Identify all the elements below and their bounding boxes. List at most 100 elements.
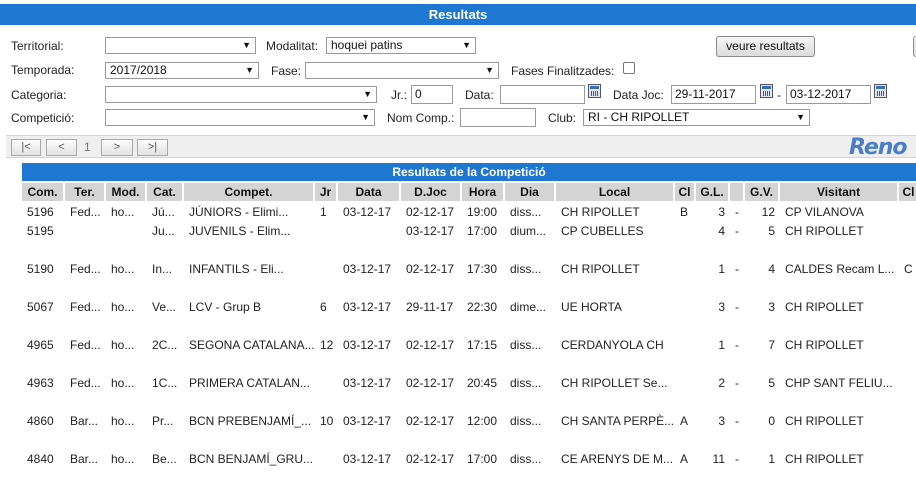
cell-com: 5196 bbox=[27, 205, 54, 219]
col-header-jr[interactable]: Jr bbox=[315, 183, 337, 201]
temporada-label: Temporada: bbox=[11, 63, 75, 77]
cell-visitant: CH RIPOLLET bbox=[785, 224, 864, 238]
col-header-sep[interactable] bbox=[730, 183, 744, 201]
next-page-button[interactable]: > bbox=[101, 139, 133, 156]
cell-dia: diss... bbox=[510, 376, 542, 390]
col-header-d-joc[interactable]: D.Joc bbox=[401, 183, 461, 201]
col-header-ter[interactable]: Ter. bbox=[65, 183, 105, 201]
nom-comp-input[interactable] bbox=[460, 108, 536, 127]
chevron-down-icon: ▼ bbox=[361, 112, 370, 122]
col-header-com[interactable]: Com. bbox=[22, 183, 64, 201]
cell-data: 03-12-17 bbox=[343, 414, 392, 428]
cell-ter: Fed... bbox=[70, 262, 101, 276]
cell-com: 5195 bbox=[27, 224, 54, 238]
chevron-down-icon: ▼ bbox=[485, 65, 494, 75]
competicio-select[interactable]: ▼ bbox=[105, 109, 375, 126]
cell-com: 4965 bbox=[27, 338, 54, 352]
cell-hora: 20:45 bbox=[467, 376, 498, 390]
fase-label: Fase: bbox=[271, 64, 302, 78]
first-page-button[interactable]: |< bbox=[11, 139, 41, 156]
cell-visitant: CH RIPOLLET bbox=[785, 338, 864, 352]
cell-gv: 5 bbox=[768, 224, 775, 238]
club-label: Club: bbox=[548, 111, 577, 125]
cell-gv: 5 bbox=[768, 376, 775, 390]
cell-cat: In... bbox=[152, 262, 173, 276]
page-title: Resultats bbox=[0, 4, 916, 25]
cell-gv: 12 bbox=[761, 205, 775, 219]
cell-mod: ho... bbox=[111, 205, 135, 219]
calendar-icon[interactable] bbox=[874, 84, 887, 98]
data-joc-from-input[interactable]: 29-11-2017 bbox=[671, 85, 756, 104]
data-input[interactable] bbox=[500, 85, 585, 104]
col-header-dia[interactable]: Dia bbox=[505, 183, 555, 201]
results-caption: Resultats de la Competició bbox=[22, 163, 916, 181]
cell-cat: Ve... bbox=[152, 300, 177, 314]
cell-dia: diss... bbox=[510, 338, 542, 352]
modalitat-select[interactable]: hoquei patins ▼ bbox=[326, 37, 476, 54]
cell-d-joc: 02-12-17 bbox=[406, 205, 455, 219]
data-label: Data: bbox=[465, 88, 494, 102]
cell-dia: dime... bbox=[510, 300, 547, 314]
col-header-mod[interactable]: Mod. bbox=[106, 183, 146, 201]
fases-finalitzades-label: Fases Finalitzades: bbox=[511, 64, 615, 78]
cell-visitant: CP VILANOVA bbox=[785, 205, 864, 219]
col-header-cl-visitant[interactable]: Cl bbox=[899, 183, 916, 201]
calendar-icon[interactable] bbox=[760, 84, 773, 98]
cell-local: CE ARENYS DE M... bbox=[561, 452, 674, 466]
chevron-down-icon: ▼ bbox=[242, 40, 251, 50]
col-header-hora[interactable]: Hora bbox=[462, 183, 504, 201]
veure-resultats-button[interactable]: veure resultats bbox=[716, 36, 815, 57]
cell-sep: - bbox=[735, 376, 739, 390]
cell-gv: 1 bbox=[768, 452, 775, 466]
cell-local: CH SANTA PERPÈ... bbox=[561, 414, 675, 428]
categoria-select[interactable]: ▼ bbox=[105, 86, 377, 103]
cell-com: 5190 bbox=[27, 262, 54, 276]
data-joc-separator: - bbox=[777, 88, 781, 102]
cell-gl: 2 bbox=[718, 376, 725, 390]
cell-local: CH RIPOLLET Se... bbox=[561, 376, 668, 390]
cell-visitant: CH RIPOLLET bbox=[785, 300, 864, 314]
col-header-cat[interactable]: Cat. bbox=[147, 183, 183, 201]
cell-ter: Fed... bbox=[70, 376, 101, 390]
cell-cat: 1C... bbox=[152, 376, 178, 390]
fases-finalitzades-checkbox[interactable] bbox=[623, 62, 635, 74]
cell-compet: INFANTILS - Eli... bbox=[189, 262, 284, 276]
jr-label: Jr.: bbox=[391, 88, 408, 102]
cell-sep: - bbox=[735, 414, 739, 428]
cell-jr: 10 bbox=[320, 414, 334, 428]
cell-gl: 3 bbox=[718, 414, 725, 428]
calendar-icon[interactable] bbox=[588, 84, 601, 98]
cell-data: 03-12-17 bbox=[343, 262, 392, 276]
temporada-select[interactable]: 2017/2018 ▼ bbox=[105, 62, 259, 79]
prev-page-button[interactable]: < bbox=[46, 139, 77, 156]
col-header-visitant[interactable]: Visitant bbox=[780, 183, 898, 201]
data-joc-to-input[interactable]: 03-12-2017 bbox=[786, 85, 871, 104]
territorial-select[interactable]: ▼ bbox=[105, 37, 256, 54]
cell-data: 03-12-17 bbox=[343, 300, 392, 314]
cell-cl-visitant: C bbox=[904, 262, 913, 276]
cell-mod: ho... bbox=[111, 452, 135, 466]
cell-dia: diss... bbox=[510, 414, 542, 428]
cell-d-joc: 03-12-17 bbox=[406, 224, 455, 238]
col-header-gl[interactable]: G.L. bbox=[696, 183, 729, 201]
cell-mod: ho... bbox=[111, 338, 135, 352]
cell-com: 4963 bbox=[27, 376, 54, 390]
col-header-local[interactable]: Local bbox=[556, 183, 674, 201]
cell-visitant: CHP SANT FELIU... bbox=[785, 376, 893, 390]
fase-select[interactable]: ▼ bbox=[305, 62, 499, 79]
club-select[interactable]: RI - CH RIPOLLET ▼ bbox=[583, 109, 810, 126]
cell-d-joc: 02-12-17 bbox=[406, 338, 455, 352]
cell-dia: diss... bbox=[510, 205, 542, 219]
cell-jr: 1 bbox=[320, 205, 327, 219]
jr-input[interactable]: 0 bbox=[411, 85, 453, 104]
cell-local: UE HORTA bbox=[561, 300, 622, 314]
cell-visitant: CH RIPOLLET bbox=[785, 452, 864, 466]
col-header-compet[interactable]: Compet. bbox=[184, 183, 314, 201]
col-header-data[interactable]: Data bbox=[338, 183, 400, 201]
last-page-button[interactable]: >| bbox=[137, 139, 168, 156]
chevron-down-icon: ▼ bbox=[363, 89, 372, 99]
cell-compet: SEGONA CATALANA... bbox=[189, 338, 315, 352]
cell-jr: 6 bbox=[320, 300, 327, 314]
col-header-gv[interactable]: G.V. bbox=[745, 183, 779, 201]
col-header-cl-local[interactable]: Cl bbox=[675, 183, 695, 201]
